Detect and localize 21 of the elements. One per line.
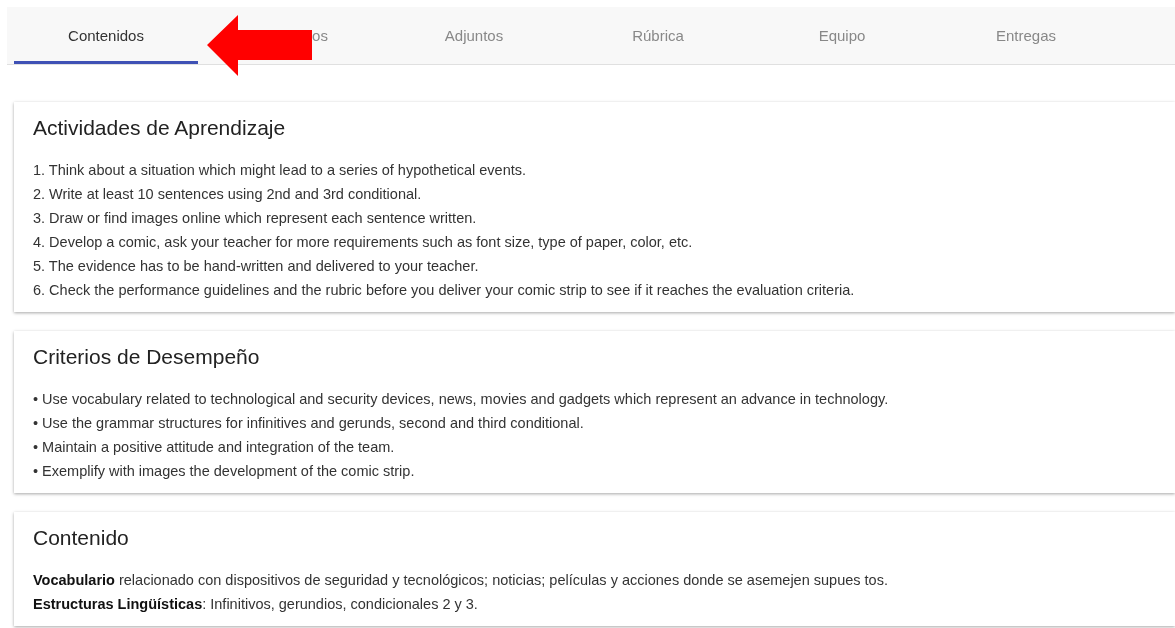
- section-text: 4. Develop a comic, ask your teacher for more requirements such as font size, type of paper, color, etc.: [33, 233, 694, 252]
- section-text: • Use the grammar structures for infinitives and gerunds, second and third conditional.: [33, 414, 585, 433]
- section-text: 5. The evidence has to be hand-written and delivered to your teacher.: [33, 257, 480, 276]
- section-text: 6. Check the performance guidelines and the rubric before you deliver your comic strip to see if it reaches the evaluation criteria.: [33, 281, 856, 300]
- section-title: Contenido: [33, 526, 130, 550]
- section-text: • Maintain a positive attitude and integration of the team.: [33, 438, 396, 457]
- section-text: 3. Draw or find images online which represent each sentence written.: [33, 209, 478, 228]
- section-text: • Exemplify with images the development of the comic strip.: [33, 462, 416, 481]
- tab[interactable]: Contenidos: [14, 7, 198, 64]
- section-text: 1. Think about a situation which might lead to a series of hypothetical events.: [33, 161, 528, 180]
- tab[interactable]: Entregas: [934, 7, 1118, 64]
- section-title: Criterios de Desempeño: [33, 345, 261, 369]
- tab[interactable]: Rúbrica: [566, 7, 750, 64]
- tab[interactable]: os: [198, 7, 382, 64]
- tab[interactable]: Equipo: [750, 7, 934, 64]
- section-text: • Use vocabulary related to technological and security devices, news, movies and gadgets which represent an advance in technology.: [33, 390, 890, 409]
- section-text: 2. Write at least 10 sentences using 2nd and 3rd conditional.: [33, 185, 423, 204]
- tab[interactable]: Adjuntos: [382, 7, 566, 64]
- section-text: Vocabulario relacionado con dispositivos de seguridad y tecnológicos; noticias; películas y acciones donde se asemejen supues tos.: [33, 571, 889, 590]
- section-title: Actividades de Aprendizaje: [33, 116, 287, 140]
- section-text: Estructuras Lingüísticas: Infinitivos, gerundios, condicionales 2 y 3.: [33, 595, 479, 614]
